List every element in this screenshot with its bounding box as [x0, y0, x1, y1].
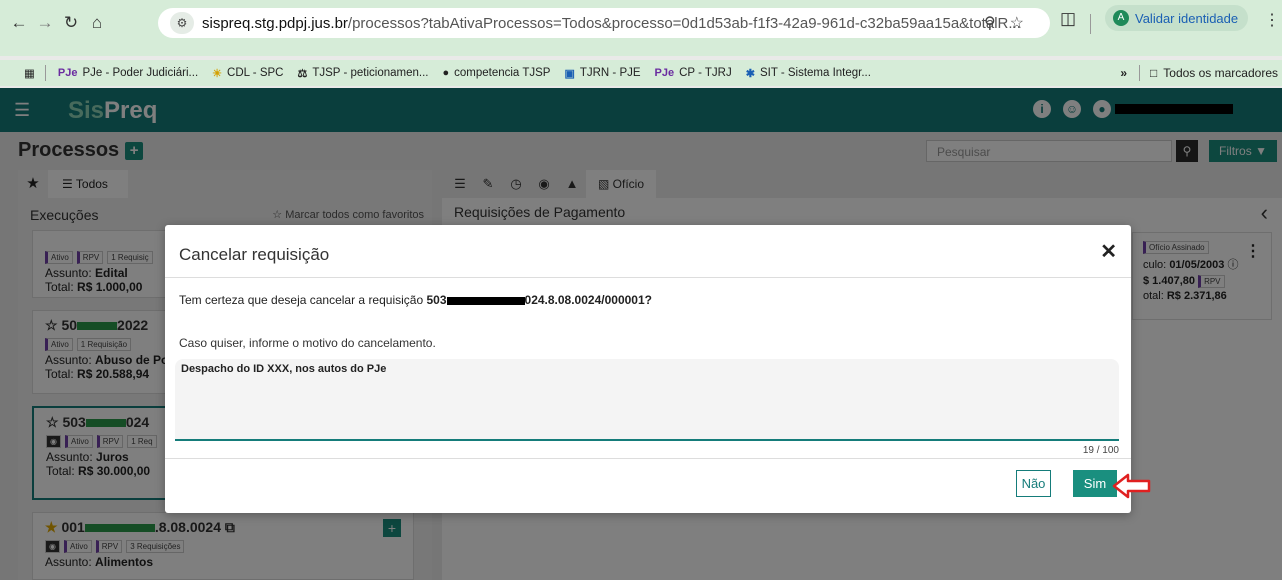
bookmark-item[interactable]: ☀ CDL - SPC: [212, 67, 283, 80]
redacted-number: [446, 296, 525, 305]
zoom-icon[interactable]: ⚲: [984, 15, 1010, 32]
annotation-arrow: [1112, 473, 1151, 499]
requisition-number-end: 024.8.08.0024/000001?: [524, 293, 652, 307]
bookmarks-bar: ▦ PJe PJe - Poder Judiciári... ☀ CDL - SPC…: [0, 60, 1282, 86]
bookmark-star-icon[interactable]: ☆: [1010, 15, 1038, 32]
bookmark-item[interactable]: ● competencia TJSP: [442, 67, 550, 79]
bookmark-item[interactable]: PJe PJe - Poder Judiciári...: [58, 67, 198, 79]
divider: [1139, 65, 1141, 81]
forward-icon[interactable]: →: [32, 13, 58, 33]
browser-menu-icon[interactable]: ⋮: [1264, 10, 1280, 30]
bookmark-label: CDL - SPC: [227, 67, 284, 79]
pje-icon: PJe: [654, 67, 675, 79]
sun-icon: ☀: [212, 67, 223, 80]
site-info-icon[interactable]: ⚙: [170, 12, 194, 34]
bookmark-item[interactable]: ⚖ TJSP - peticionamen...: [297, 67, 428, 80]
sit-icon: ✱: [745, 67, 755, 80]
divider: [44, 65, 46, 81]
folder-icon: □: [1150, 66, 1158, 80]
apps-icon[interactable]: ▦: [24, 66, 35, 80]
bookmark-item[interactable]: ✱ SIT - Sistema Integr...: [746, 67, 871, 80]
bookmark-item[interactable]: ▣ TJRN - PJE: [564, 67, 640, 80]
divider: [1090, 14, 1091, 34]
divider: [165, 458, 1131, 459]
cancel-requisition-dialog: Cancelar requisição ✕ Tem certeza que de…: [165, 225, 1131, 513]
validate-identity-button[interactable]: A Validar identidade: [1105, 5, 1248, 31]
globe-icon: ●: [442, 67, 450, 79]
reload-icon[interactable]: ↻: [58, 13, 84, 33]
requisition-number-start: 503: [426, 293, 447, 307]
bookmark-label: SIT - Sistema Integr...: [759, 67, 871, 79]
question-text: Tem certeza que deseja cancelar a requis…: [179, 293, 424, 307]
confirm-question: Tem certeza que deseja cancelar a requis…: [179, 293, 652, 307]
bookmark-label: CP - TJRJ: [679, 67, 732, 79]
validate-label: Validar identidade: [1135, 10, 1239, 26]
reason-value: Despacho do ID XXX, nos autos do PJe: [181, 363, 387, 375]
all-bookmarks-label[interactable]: Todos os marcadores: [1163, 66, 1278, 80]
reason-textarea[interactable]: Despacho do ID XXX, nos autos do PJe: [175, 359, 1119, 441]
pje-icon: PJe: [57, 67, 78, 79]
divider: [165, 277, 1131, 278]
scales-icon: ⚖: [297, 67, 308, 80]
bookmark-label: PJe - Poder Judiciári...: [82, 67, 199, 79]
home-icon[interactable]: ⌂: [84, 13, 110, 33]
url-path: /processos?tabAtivaProcessos=Todos&proce…: [347, 14, 1021, 32]
bookmark-label: competencia TJSP: [454, 67, 551, 79]
profile-icon: A: [1113, 10, 1129, 26]
browser-chrome: ← → ↻ ⌂ ⚙ sispreq.stg.pdpj.jus.br/proces…: [0, 0, 1282, 56]
tjrn-icon: ▣: [564, 67, 575, 80]
url-host: sispreq.stg.pdpj.jus.br: [202, 14, 348, 32]
extensions-icon[interactable]: ◫: [1060, 9, 1076, 29]
char-counter: 19 / 100: [1082, 445, 1119, 456]
more-bookmarks-icon[interactable]: »: [1120, 66, 1127, 80]
bookmark-label: TJSP - peticionamen...: [312, 67, 429, 79]
address-bar[interactable]: ⚙ sispreq.stg.pdpj.jus.br/processos?tabA…: [158, 8, 1050, 38]
back-icon[interactable]: ←: [6, 13, 32, 33]
dialog-title: Cancelar requisição: [179, 245, 330, 264]
yes-button[interactable]: Sim: [1073, 470, 1117, 497]
reason-hint: Caso quiser, informe o motivo do cancela…: [179, 336, 436, 350]
bookmark-label: TJRN - PJE: [579, 67, 641, 79]
close-icon[interactable]: ✕: [1100, 239, 1117, 264]
no-button[interactable]: Não: [1016, 470, 1051, 497]
bookmark-item[interactable]: PJe CP - TJRJ: [655, 67, 732, 79]
